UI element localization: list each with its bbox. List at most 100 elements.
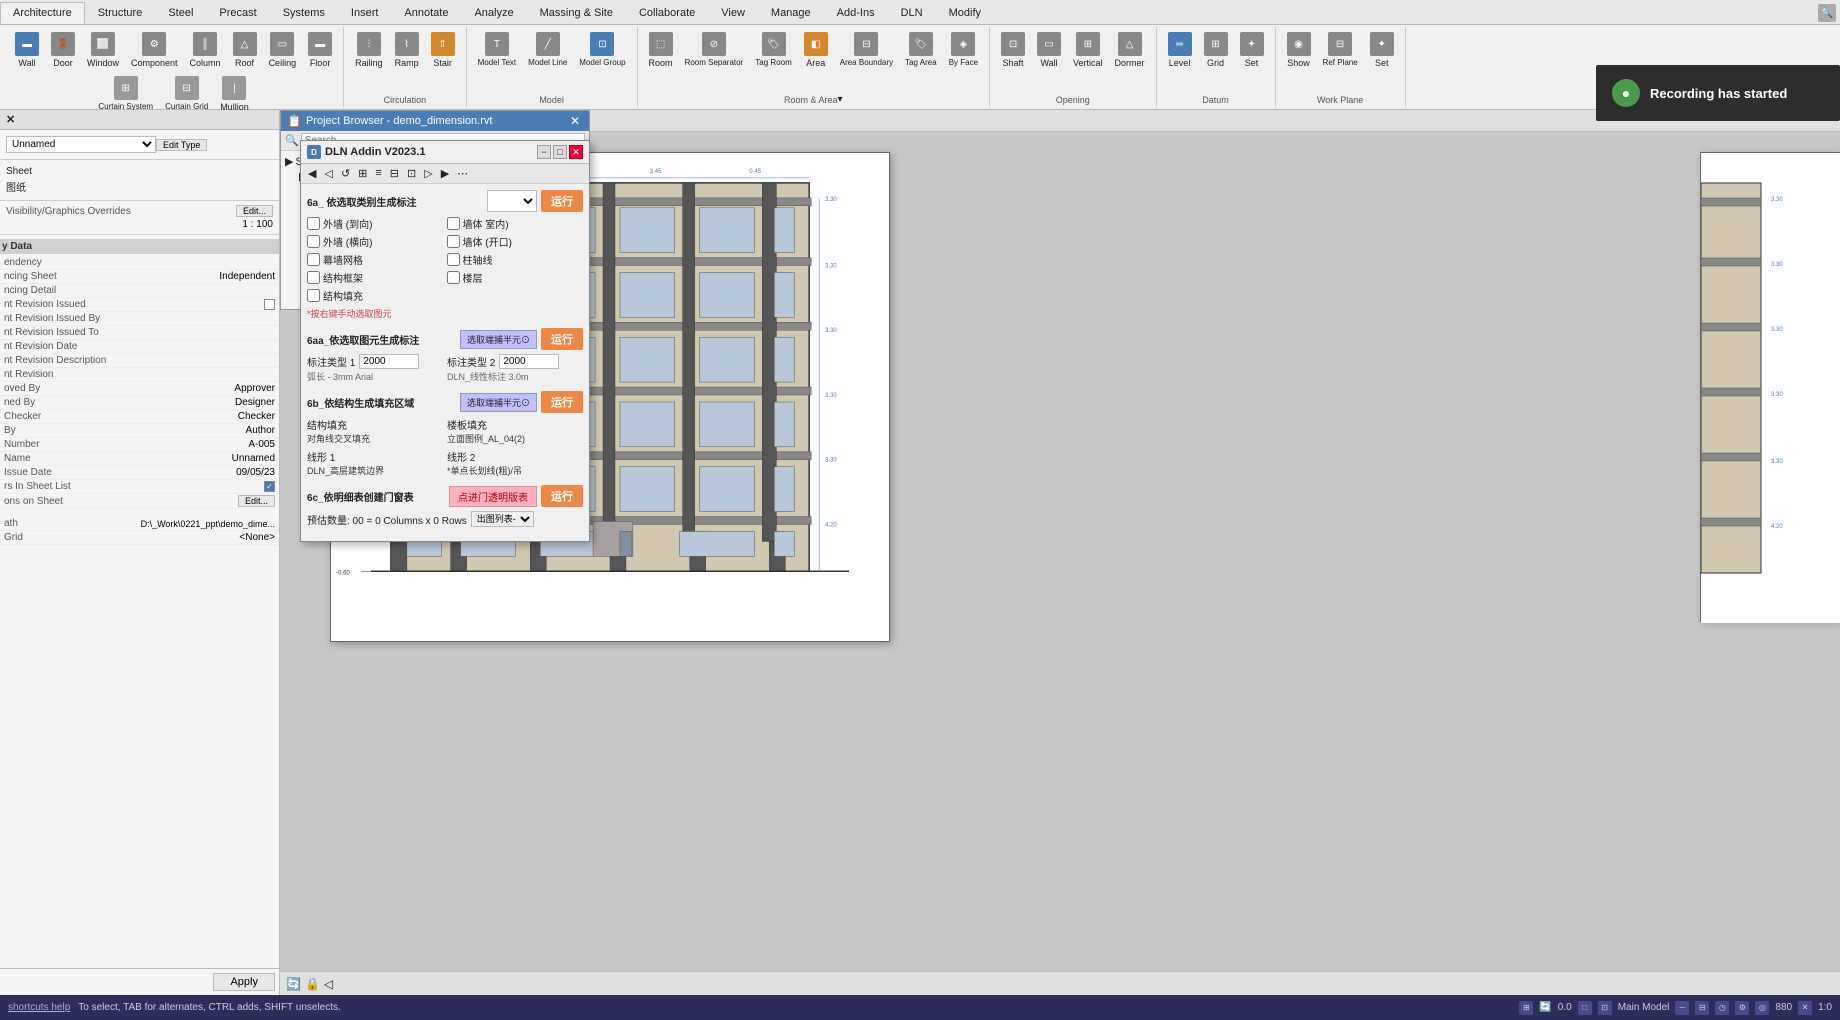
dln-minimize-button[interactable]: − (537, 145, 551, 159)
dln-tool-2[interactable]: ◁ (321, 166, 335, 181)
door-button[interactable]: 🚪 Door (46, 29, 80, 71)
tab-systems[interactable]: Systems (270, 2, 338, 24)
dln-tool-6[interactable]: ⊟ (387, 166, 402, 181)
model-group-button[interactable]: ⊡ Model Group (574, 29, 630, 70)
apply-button[interactable]: Apply (213, 973, 275, 991)
shortcuts-help-link[interactable]: shortcuts help (8, 1002, 70, 1013)
set-datum-button[interactable]: ✦ Set (1235, 29, 1269, 71)
stair-button[interactable]: ⇑ Stair (426, 29, 460, 71)
room-button[interactable]: ⬚ Room (644, 29, 678, 71)
grid-button[interactable]: ⊞ Grid (1199, 29, 1233, 71)
mullion-button[interactable]: | Mullion (215, 73, 254, 115)
cb-wall-opening-input[interactable] (447, 235, 460, 248)
set-workplane-button[interactable]: ✦ Set (1365, 29, 1399, 71)
curtain-system-button[interactable]: ⊞ Curtain System (93, 73, 158, 115)
curtain-grid-button[interactable]: ⊟ Curtain Grid (160, 73, 213, 115)
vertical-button[interactable]: ⊞ Vertical (1068, 29, 1108, 71)
tab-modify[interactable]: Modify (936, 2, 994, 24)
tab-dln[interactable]: DLN (888, 2, 936, 24)
6aa-type2-input[interactable] (499, 354, 559, 369)
area-boundary-button[interactable]: ⊟ Area Boundary (835, 29, 898, 71)
dln-tool-9[interactable]: ▶ (438, 166, 452, 181)
tab-massing[interactable]: Massing & Site (527, 2, 626, 24)
6aa-run-button[interactable]: 运行 (541, 328, 583, 350)
wall-button[interactable]: ▬ Wall (10, 29, 44, 71)
graphics-edit-button[interactable]: Edit... (236, 205, 273, 217)
tag-room-button[interactable]: 🏷 Tag Room (750, 29, 796, 71)
6c-output-select[interactable]: 出图列表- (471, 511, 534, 527)
column-button[interactable]: ║ Column (185, 29, 226, 71)
tag-area-button[interactable]: 🏷 Tag Area (900, 29, 942, 71)
status-icon-5[interactable]: ⊟ (1695, 1001, 1709, 1015)
status-icon-1[interactable]: ⊞ (1519, 1001, 1533, 1015)
6a-hint[interactable]: *按右键手动选取图元 (307, 307, 583, 320)
tab-architecture[interactable]: Architecture (0, 2, 85, 24)
6a-select[interactable] (487, 190, 537, 212)
show-workplane-button[interactable]: ◉ Show (1282, 29, 1316, 71)
appears-checkbox[interactable]: ✓ (264, 481, 275, 492)
view-sync-icon[interactable]: 🔄 (286, 977, 301, 991)
tab-precast[interactable]: Precast (206, 2, 269, 24)
6a-run-button[interactable]: 运行 (541, 190, 583, 212)
edit-type-button[interactable]: Edit Type (156, 139, 207, 151)
rev-issued-checkbox[interactable] (264, 299, 275, 310)
6b-run-button[interactable]: 运行 (541, 391, 583, 413)
ribbon-search[interactable]: 🔍 (1818, 4, 1836, 22)
tab-view[interactable]: View (708, 2, 758, 24)
cb-floor-level-input[interactable] (447, 271, 460, 284)
views-edit-button[interactable]: Edit... (238, 495, 275, 507)
6b-filter-button[interactable]: 选取端捕半元⊙ (460, 393, 537, 412)
view-lock-icon[interactable]: 🔒 (305, 977, 320, 991)
area-button[interactable]: ◧ Area (799, 29, 833, 71)
tab-steel[interactable]: Steel (155, 2, 206, 24)
tab-annotate[interactable]: Annotate (391, 2, 461, 24)
model-line-button[interactable]: ╱ Model Line (523, 29, 572, 70)
room-sep-button[interactable]: ⊘ Room Separator (680, 29, 749, 71)
status-icon-9[interactable]: ✕ (1798, 1001, 1812, 1015)
dln-tool-3[interactable]: ↺ (338, 166, 353, 181)
6aa-filter-button[interactable]: 选取端捕半元⊙ (460, 330, 537, 349)
dln-tool-10[interactable]: ⋯ (454, 166, 471, 181)
window-button[interactable]: ⬜ Window (82, 29, 124, 71)
cb-outer-wall-direction-input[interactable] (307, 217, 320, 230)
cb-structural-frame-input[interactable] (307, 271, 320, 284)
6c-preview-button[interactable]: 点进门透明版表 (449, 486, 537, 507)
tab-analyze[interactable]: Analyze (461, 2, 526, 24)
ceiling-button[interactable]: ▭ Ceiling (264, 29, 302, 71)
dormer-button[interactable]: △ Dormer (1110, 29, 1150, 71)
cb-outer-wall-horizontal-input[interactable] (307, 235, 320, 248)
pb-close-button[interactable]: ✕ (567, 114, 583, 128)
level-button[interactable]: ═ Level (1163, 29, 1197, 71)
status-icon-4[interactable]: ─ (1675, 1001, 1689, 1015)
roof-button[interactable]: △ Roof (228, 29, 262, 71)
cb-structural-fill-input[interactable] (307, 289, 320, 302)
view-filter-select[interactable]: Unnamed (6, 136, 156, 153)
dln-close-button[interactable]: ✕ (569, 145, 583, 159)
cb-wall-interior-input[interactable] (447, 217, 460, 230)
ref-plane-button[interactable]: ⊟ Ref Plane (1318, 29, 1363, 71)
wall-opening-button[interactable]: ▭ Wall (1032, 29, 1066, 71)
tab-manage[interactable]: Manage (758, 2, 824, 24)
6aa-type1-input[interactable] (359, 354, 419, 369)
tab-structure[interactable]: Structure (85, 2, 156, 24)
dln-maximize-button[interactable]: □ (553, 145, 567, 159)
tab-addins[interactable]: Add-Ins (824, 2, 888, 24)
status-icon-6[interactable]: ◷ (1715, 1001, 1729, 1015)
status-icon-8[interactable]: ◎ (1755, 1001, 1769, 1015)
dln-tool-8[interactable]: ▷ (421, 166, 435, 181)
model-text-button[interactable]: T Model Text (473, 29, 522, 70)
status-icon-2[interactable]: □ (1578, 1001, 1592, 1015)
view-nav-icon[interactable]: ◁ (324, 977, 333, 991)
dln-tool-5[interactable]: ≡ (372, 166, 384, 181)
tab-insert[interactable]: Insert (338, 2, 392, 24)
6c-run-button[interactable]: 运行 (541, 485, 583, 507)
panel-close[interactable]: ✕ (6, 113, 15, 126)
floor-button[interactable]: ▬ Floor (303, 29, 337, 71)
component-button[interactable]: ⚙ Component (126, 29, 183, 71)
shaft-button[interactable]: ⊡ Shaft (996, 29, 1030, 71)
railing-button[interactable]: ⫶ Railing (350, 29, 388, 71)
ramp-button[interactable]: ⌇ Ramp (390, 29, 424, 71)
dln-tool-4[interactable]: ⊞ (355, 166, 370, 181)
status-icon-7[interactable]: ⚙ (1735, 1001, 1749, 1015)
tab-collaborate[interactable]: Collaborate (626, 2, 708, 24)
